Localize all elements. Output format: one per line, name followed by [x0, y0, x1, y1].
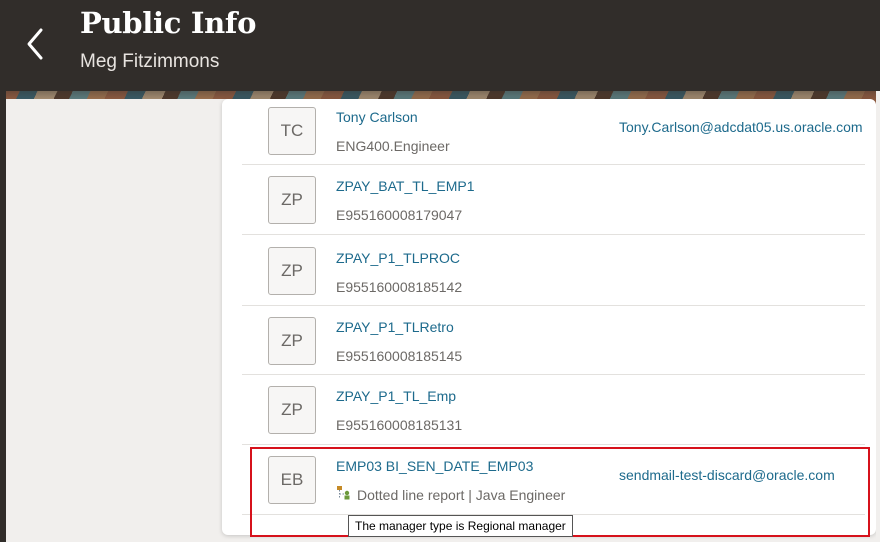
- list-item[interactable]: EB EMP03 BI_SEN_DATE_EMP03 Dotted line r…: [242, 445, 865, 515]
- person-detail: E955160008185145: [336, 348, 463, 364]
- list-item[interactable]: TC Tony Carlson ENG400.Engineer Tony.Car…: [242, 99, 865, 165]
- person-name-link[interactable]: EMP03 BI_SEN_DATE_EMP03: [336, 458, 533, 474]
- page-subtitle: Meg Fitzimmons: [80, 51, 220, 72]
- person-name-link[interactable]: ZPAY_BAT_TL_EMP1: [336, 178, 475, 194]
- avatar: ZP: [268, 317, 316, 365]
- chevron-left-icon[interactable]: [22, 26, 48, 62]
- avatar: ZP: [268, 247, 316, 295]
- person-detail: ENG400.Engineer: [336, 138, 450, 154]
- dotted-line-report-icon[interactable]: [336, 485, 352, 501]
- list-item[interactable]: ZP ZPAY_P1_TL_Emp E955160008185131: [242, 375, 865, 445]
- manager-type-tooltip: The manager type is Regional manager: [348, 515, 573, 537]
- list-item[interactable]: ZP ZPAY_P1_TLPROC E955160008185142: [242, 236, 865, 306]
- person-name-link[interactable]: ZPAY_P1_TLPROC: [336, 250, 460, 266]
- person-detail: E955160008179047: [336, 207, 463, 223]
- list-item[interactable]: ZP ZPAY_BAT_TL_EMP1 E955160008179047: [242, 165, 865, 235]
- avatar: TC: [268, 107, 316, 155]
- page-header: Public Info Meg Fitzimmons: [0, 0, 880, 91]
- person-detail: E955160008185142: [336, 279, 463, 295]
- right-edge: [876, 91, 880, 542]
- person-name-link[interactable]: Tony Carlson: [336, 109, 418, 125]
- person-detail: Dotted line report | Java Engineer: [357, 487, 566, 503]
- person-email-link[interactable]: Tony.Carlson@adcdat05.us.oracle.com: [619, 119, 863, 135]
- avatar: ZP: [268, 176, 316, 224]
- list-item[interactable]: ZP ZPAY_P1_TLRetro E955160008185145: [242, 306, 865, 375]
- person-detail: E955160008185131: [336, 417, 463, 433]
- person-name-link[interactable]: ZPAY_P1_TLRetro: [336, 319, 454, 335]
- avatar: EB: [268, 456, 316, 504]
- avatar: ZP: [268, 386, 316, 434]
- person-name-link[interactable]: ZPAY_P1_TL_Emp: [336, 388, 456, 404]
- left-panel: [6, 99, 236, 542]
- person-email-link[interactable]: sendmail-test-discard@oracle.com: [619, 467, 835, 483]
- page-title: Public Info: [80, 6, 257, 40]
